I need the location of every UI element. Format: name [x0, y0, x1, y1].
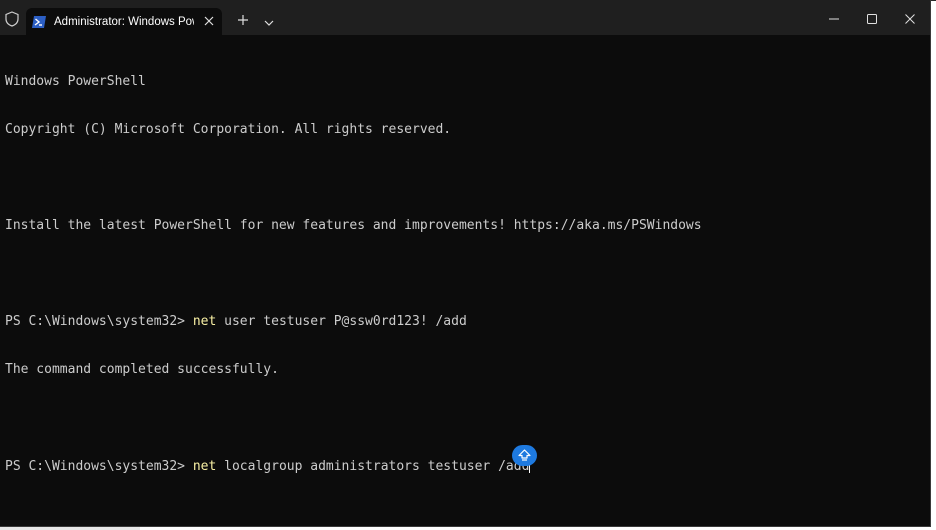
terminal-command-line[interactable]: PS C:\Windows\system32> net localgroup a…	[5, 458, 925, 474]
scroll-to-bottom-icon	[518, 446, 531, 465]
terminal-command-line: PS C:\Windows\system32> net user testuse…	[5, 314, 925, 330]
close-window-button[interactable]	[893, 4, 927, 32]
tab-title: Administrator: Windows PowerShell	[54, 16, 194, 28]
minimize-icon	[829, 9, 839, 28]
prompt: PS C:\Windows\system32>	[5, 459, 193, 474]
minimize-button[interactable]	[817, 4, 851, 32]
maximize-icon	[867, 9, 877, 28]
powershell-icon	[31, 14, 47, 28]
plus-icon	[237, 11, 249, 30]
tab-powershell[interactable]: Administrator: Windows PowerShell	[26, 8, 222, 35]
title-bar[interactable]: Administrator: Windows PowerShell	[0, 0, 930, 35]
command-args: localgroup administrators testuser /add	[216, 459, 530, 474]
close-tab-icon[interactable]	[201, 12, 217, 30]
scroll-to-bottom-button[interactable]	[512, 445, 537, 466]
terminal-line: Windows PowerShell	[5, 74, 146, 89]
tab-dropdown-button[interactable]	[259, 10, 279, 30]
command-name: net	[192, 314, 217, 329]
close-icon	[905, 9, 915, 28]
terminal-window: Administrator: Windows PowerShell	[0, 0, 931, 527]
new-tab-button[interactable]	[233, 10, 253, 30]
terminal-line: Install the latest PowerShell for new fe…	[5, 218, 702, 233]
shield-icon	[2, 9, 22, 29]
terminal-output[interactable]: Windows PowerShell Copyright (C) Microso…	[5, 42, 925, 506]
command-args: user testuser P@ssw0rd123! /add	[216, 314, 467, 329]
command-name: net	[192, 459, 217, 474]
chevron-down-icon	[264, 11, 274, 30]
prompt: PS C:\Windows\system32>	[5, 314, 193, 329]
maximize-button[interactable]	[855, 4, 889, 32]
terminal-line: Copyright (C) Microsoft Corporation. All…	[5, 122, 452, 137]
terminal-line: The command completed successfully.	[5, 362, 279, 377]
